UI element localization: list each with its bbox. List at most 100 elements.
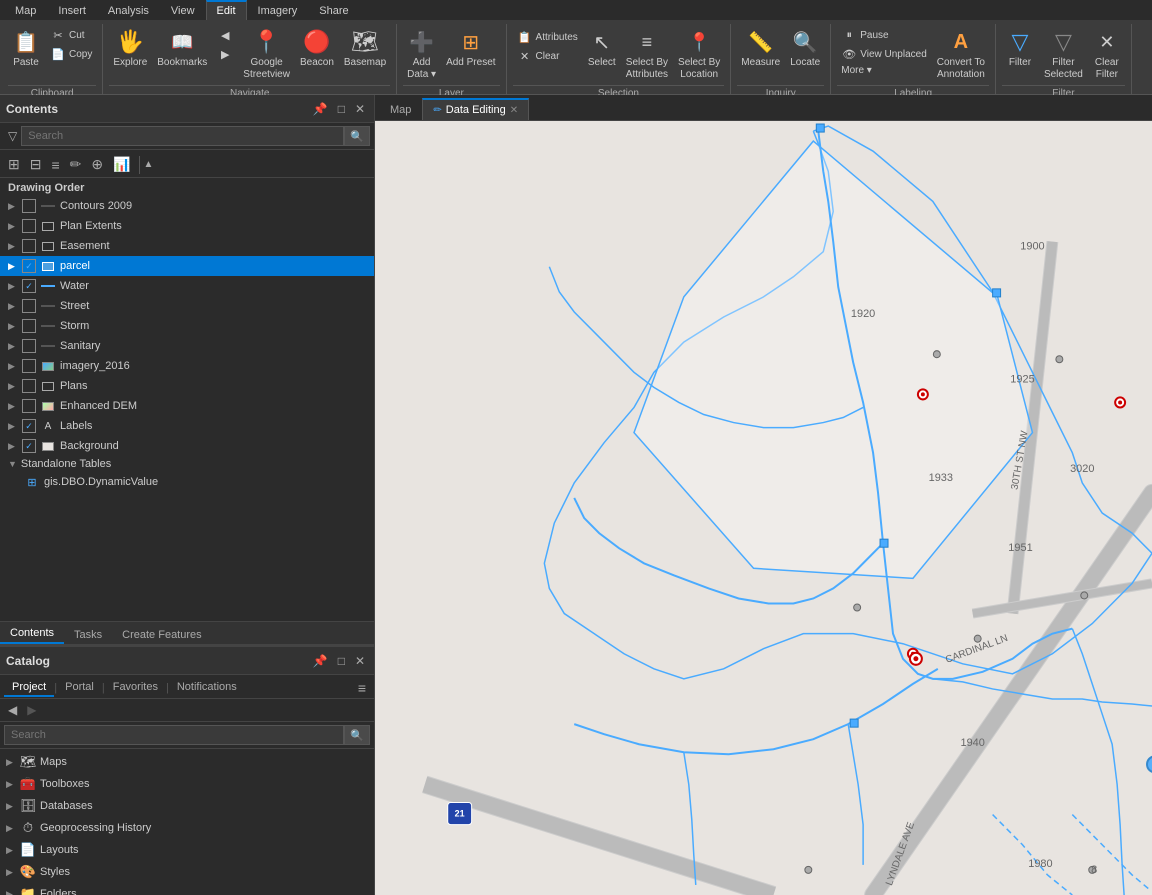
bookmarks-button[interactable]: 📖 Bookmarks <box>153 26 211 70</box>
view-add-icon[interactable]: ⊕ <box>87 154 107 175</box>
layer-item-plans[interactable]: ▶ Plans <box>0 376 374 396</box>
contents-pin-icon[interactable]: 📌 <box>310 101 331 117</box>
contents-close-icon[interactable]: ✕ <box>352 101 368 117</box>
google-streetview-button[interactable]: 📍 GoogleStreetview <box>239 26 294 83</box>
layer-item-sanitary[interactable]: ▶ Sanitary <box>0 336 374 356</box>
view-list-icon[interactable]: ⊞ <box>4 154 24 175</box>
contents-search-input[interactable] <box>21 126 344 146</box>
catalog-search-input[interactable] <box>4 725 344 745</box>
layer-check-plans[interactable] <box>22 379 36 393</box>
attributes-button[interactable]: 📋 Attributes <box>513 28 582 46</box>
catalog-pin-icon[interactable]: 📌 <box>310 653 331 669</box>
layer-check-water[interactable] <box>22 279 36 293</box>
measure-button[interactable]: 📏 Measure <box>737 26 784 70</box>
layer-item-storm[interactable]: ▶ Storm <box>0 316 374 336</box>
contents-search-button[interactable]: 🔍 <box>344 126 370 146</box>
catalog-item-databases[interactable]: ▶ 🗄 Databases <box>0 795 374 817</box>
tab-tasks[interactable]: Tasks <box>64 626 112 644</box>
locate-button[interactable]: 🔍 Locate <box>786 26 824 70</box>
layer-check-sanitary[interactable] <box>22 339 36 353</box>
layer-check-imagery[interactable] <box>22 359 36 373</box>
tab-analysis[interactable]: Analysis <box>97 1 160 20</box>
convert-to-annotation-button[interactable]: A Convert ToAnnotation <box>933 26 989 83</box>
explore-button[interactable]: 🖐 Explore <box>109 26 151 70</box>
tab-share[interactable]: Share <box>308 1 359 20</box>
tab-imagery[interactable]: Imagery <box>247 1 309 20</box>
cut-button[interactable]: ✂ Cut <box>46 26 96 44</box>
layer-check-parcel[interactable] <box>22 259 36 273</box>
catalog-search-button[interactable]: 🔍 <box>344 725 370 745</box>
beacon-button[interactable]: 🔴 Beacon <box>296 26 338 70</box>
tab-edit[interactable]: Edit <box>206 0 247 20</box>
layer-item-plan-extents[interactable]: ▶ Plan Extents <box>0 216 374 236</box>
clear-selection-button[interactable]: ✕ Clear <box>513 47 582 65</box>
more-button[interactable]: More ▾ <box>837 64 931 77</box>
layer-check-plan[interactable] <box>22 219 36 233</box>
view-draw-icon[interactable]: ✏ <box>66 154 86 175</box>
catalog-tab-notifications[interactable]: Notifications <box>169 679 245 697</box>
layer-item-easement[interactable]: ▶ Easement <box>0 236 374 256</box>
select-by-location-button[interactable]: 📍 Select ByLocation <box>674 26 724 83</box>
layer-check-contours[interactable] <box>22 199 36 213</box>
layer-item-street[interactable]: ▶ Street <box>0 296 374 316</box>
catalog-item-folders[interactable]: ▶ 📁 Folders <box>0 883 374 895</box>
standalone-header[interactable]: ▼ Standalone Tables <box>0 456 374 472</box>
view-unplaced-button[interactable]: 👁 View Unplaced <box>837 45 931 63</box>
layer-check-street[interactable] <box>22 299 36 313</box>
pause-button[interactable]: ⏸ Pause <box>837 26 931 44</box>
tab-map[interactable]: Map <box>4 1 47 20</box>
catalog-tab-portal[interactable]: Portal <box>57 679 102 697</box>
add-preset-label: Add Preset <box>446 57 495 69</box>
catalog-item-toolboxes[interactable]: ▶ 🧰 Toolboxes <box>0 773 374 795</box>
catalog-item-styles[interactable]: ▶ 🎨 Styles <box>0 861 374 883</box>
tab-create-features[interactable]: Create Features <box>112 626 211 644</box>
layer-item-enhanced-dem[interactable]: ▶ Enhanced DEM <box>0 396 374 416</box>
catalog-back-button[interactable]: ◀ <box>4 701 21 719</box>
ribbon-group-clipboard: 📋 Paste ✂ Cut 📄 Copy Clipboard <box>2 24 103 100</box>
layer-item-background[interactable]: ▶ Background <box>0 436 374 456</box>
add-preset-button[interactable]: ⊞ Add Preset <box>442 26 499 71</box>
collapse-arrow[interactable]: ▲ <box>144 159 154 170</box>
go-forward-button[interactable]: ▶ <box>213 45 237 63</box>
map-tab-map[interactable]: Map <box>379 99 422 120</box>
select-by-attributes-button[interactable]: ≡ Select ByAttributes <box>622 26 672 83</box>
basemap-button[interactable]: 🗺 Basemap <box>340 26 390 70</box>
map-tab-data-editing[interactable]: ✏ Data Editing ✕ <box>422 98 529 120</box>
layer-check-background[interactable] <box>22 439 36 453</box>
catalog-float-icon[interactable]: □ <box>335 653 348 669</box>
catalog-item-maps[interactable]: ▶ 🗺 Maps <box>0 751 374 773</box>
view-table-icon[interactable]: ⊟ <box>26 154 46 175</box>
copy-button[interactable]: 📄 Copy <box>46 45 96 63</box>
catalog-close-icon[interactable]: ✕ <box>352 653 368 669</box>
catalog-menu-icon[interactable]: ≡ <box>354 680 370 696</box>
select-button[interactable]: ↖ Select <box>584 26 620 70</box>
layer-item-imagery[interactable]: ▶ imagery_2016 <box>0 356 374 376</box>
layer-check-dem[interactable] <box>22 399 36 413</box>
layer-item-parcel[interactable]: ▶ parcel <box>0 256 374 276</box>
view-chart-icon[interactable]: 📊 <box>109 154 134 175</box>
catalog-item-geoprocessing[interactable]: ▶ ⏱ Geoprocessing History <box>0 817 374 839</box>
catalog-tab-favorites[interactable]: Favorites <box>105 679 166 697</box>
view-filter-icon[interactable]: ≡ <box>47 155 63 175</box>
clear-filter-button[interactable]: ✕ ClearFilter <box>1089 26 1125 83</box>
add-data-button[interactable]: ➕ AddData ▾ <box>403 26 440 83</box>
catalog-tab-project[interactable]: Project <box>4 679 54 697</box>
tab-contents[interactable]: Contents <box>0 624 64 644</box>
layer-item-contours[interactable]: ▶ Contours 2009 <box>0 196 374 216</box>
catalog-item-layouts[interactable]: ▶ 📄 Layouts <box>0 839 374 861</box>
layer-check-storm[interactable] <box>22 319 36 333</box>
tab-view[interactable]: View <box>160 1 206 20</box>
layer-check-labels[interactable] <box>22 419 36 433</box>
layer-item-labels[interactable]: ▶ A Labels <box>0 416 374 436</box>
standalone-item-dynamic-value[interactable]: ⊞ gis.DBO.DynamicValue <box>0 472 374 492</box>
map-canvas[interactable]: 21 1920 1925 2805 2805 1807 1933 3020 30… <box>375 121 1152 895</box>
layer-check-easement[interactable] <box>22 239 36 253</box>
filter-selected-button[interactable]: ▽ FilterSelected <box>1040 26 1087 83</box>
data-editing-close-icon[interactable]: ✕ <box>510 105 518 116</box>
filter-button[interactable]: ▽ Filter <box>1002 26 1038 70</box>
layer-item-water[interactable]: ▶ Water <box>0 276 374 296</box>
go-back-button[interactable]: ◀ <box>213 26 237 44</box>
contents-float-icon[interactable]: □ <box>335 101 348 117</box>
paste-button[interactable]: 📋 Paste <box>8 26 44 70</box>
tab-insert[interactable]: Insert <box>47 1 97 20</box>
